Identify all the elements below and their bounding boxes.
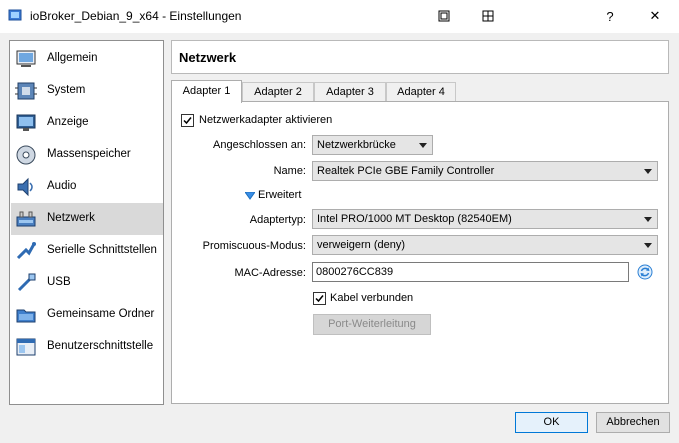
sidebar-item-seriell[interactable]: Serielle Schnittstellen: [11, 235, 163, 267]
serial-icon: [16, 242, 36, 260]
sidebar-item-label: Massenspeicher: [47, 148, 131, 160]
advanced-toggle[interactable]: Erweitert: [258, 189, 301, 201]
cable-connected-checkbox[interactable]: [313, 292, 326, 305]
section-header: Netzwerk: [171, 40, 669, 74]
sidebar-item-system[interactable]: System: [11, 75, 163, 107]
adapter-panel: Netzwerkadapter aktivieren Angeschlossen…: [171, 101, 669, 404]
attached-to-label: Angeschlossen an:: [213, 139, 306, 151]
cancel-button[interactable]: Abbrechen: [596, 412, 670, 433]
ok-button[interactable]: OK: [515, 412, 588, 433]
app-icon: [8, 9, 22, 21]
grid-view-icon[interactable]: [474, 4, 502, 28]
adapter-type-value: Intel PRO/1000 MT Desktop (82540EM): [317, 213, 512, 225]
name-label: Name:: [273, 165, 306, 177]
expand-arrow-icon[interactable]: [245, 192, 255, 200]
usb-icon: [17, 273, 36, 292]
storage-icon: [16, 145, 36, 165]
enable-adapter-checkbox[interactable]: [181, 114, 194, 127]
display-icon: [16, 114, 36, 131]
checkmark-icon: [315, 295, 324, 303]
checkmark-icon: [183, 117, 192, 125]
window-title: ioBroker_Debian_9_x64 - Einstellungen: [30, 9, 242, 23]
chevron-down-icon: [644, 217, 652, 222]
sidebar-item-label: Anzeige: [47, 116, 89, 128]
chevron-down-icon: [644, 169, 652, 174]
title-bar: ioBroker_Debian_9_x64 - Einstellungen ? …: [0, 0, 679, 33]
sidebar-item-audio[interactable]: Audio: [11, 171, 163, 203]
user-interface-icon: [16, 338, 36, 356]
sidebar-item-benutzerschnittstelle[interactable]: Benutzerschnittstelle: [11, 331, 163, 363]
sidebar-item-label: Serielle Schnittstellen: [47, 244, 157, 256]
sidebar-item-label: Audio: [47, 180, 77, 192]
name-value: Realtek PCIe GBE Family Controller: [317, 165, 495, 177]
sidebar-item-massenspeicher[interactable]: Massenspeicher: [11, 139, 163, 171]
settings-sidebar: Allgemein System Anzeige Massenspeicher …: [9, 40, 164, 405]
refresh-icon[interactable]: [637, 264, 653, 280]
sidebar-item-gemeinsame-ordner[interactable]: Gemeinsame Ordner: [11, 299, 163, 331]
tab-adapter-3[interactable]: Adapter 3: [314, 82, 386, 102]
sidebar-item-netzwerk[interactable]: Netzwerk: [11, 203, 163, 235]
sidebar-item-label: Gemeinsame Ordner: [47, 308, 155, 320]
promiscuous-value: verweigern (deny): [317, 239, 406, 251]
chevron-down-icon: [419, 143, 427, 148]
sidebar-item-label: Allgemein: [47, 52, 98, 64]
shared-folder-icon: [16, 309, 36, 323]
tab-adapter-1[interactable]: Adapter 1: [171, 80, 242, 103]
page-title: Netzwerk: [179, 50, 237, 65]
sidebar-item-label: USB: [47, 276, 71, 288]
sidebar-item-anzeige[interactable]: Anzeige: [11, 107, 163, 139]
mac-address-input[interactable]: 0800276CC839: [312, 262, 629, 282]
enable-adapter-label: Netzwerkadapter aktivieren: [199, 114, 333, 126]
adapter-type-select[interactable]: Intel PRO/1000 MT Desktop (82540EM): [312, 209, 658, 229]
attached-to-select[interactable]: Netzwerkbrücke: [312, 135, 433, 155]
mac-label: MAC-Adresse:: [234, 267, 306, 279]
adapter-type-label: Adaptertyp:: [249, 214, 306, 226]
close-button[interactable]: ✕: [641, 4, 669, 28]
chevron-down-icon: [644, 243, 652, 248]
general-icon: [16, 50, 36, 67]
port-forwarding-button[interactable]: Port-Weiterleitung: [313, 314, 431, 335]
sidebar-item-label: Benutzerschnittstelle: [47, 340, 154, 352]
network-icon: [16, 211, 36, 227]
help-button[interactable]: ?: [596, 4, 624, 28]
sidebar-item-label: System: [47, 84, 86, 96]
attached-to-value: Netzwerkbrücke: [317, 139, 396, 151]
cable-connected-label: Kabel verbunden: [330, 292, 414, 304]
sidebar-item-label: Netzwerk: [47, 212, 95, 224]
name-select[interactable]: Realtek PCIe GBE Family Controller: [312, 161, 658, 181]
audio-icon: [17, 177, 33, 197]
settings-view-icon[interactable]: [430, 4, 458, 28]
tab-adapter-4[interactable]: Adapter 4: [386, 82, 456, 102]
system-icon: [15, 82, 37, 100]
promiscuous-select[interactable]: verweigern (deny): [312, 235, 658, 255]
promiscuous-label: Promiscuous-Modus:: [202, 240, 306, 252]
sidebar-item-allgemein[interactable]: Allgemein: [11, 43, 163, 75]
tab-adapter-2[interactable]: Adapter 2: [242, 82, 314, 102]
sidebar-item-usb[interactable]: USB: [11, 267, 163, 299]
